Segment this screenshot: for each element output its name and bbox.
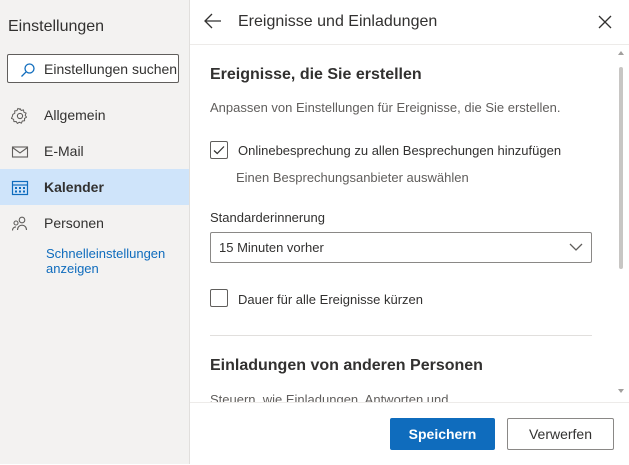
shorten-events-label[interactable]: Dauer für alle Ereignisse kürzen: [238, 292, 423, 307]
sidebar-item-label: Allgemein: [44, 107, 106, 123]
scroll-down-icon[interactable]: [618, 389, 624, 393]
sidebar-item-label: E-Mail: [44, 143, 84, 159]
shorten-events-checkbox[interactable]: [210, 289, 228, 307]
panel-content: Ereignisse, die Sie erstellen Anpassen v…: [190, 45, 616, 402]
default-reminder-dropdown[interactable]: 15 Minuten vorher: [210, 232, 592, 263]
default-reminder-label: Standarderinnerung: [210, 210, 325, 225]
close-icon[interactable]: [598, 15, 612, 29]
panel-footer: Speichern Verwerfen: [190, 402, 629, 465]
section-title-invitations: Einladungen von anderen Personen: [210, 357, 483, 374]
scrollbar-thumb[interactable]: [619, 67, 623, 269]
sidebar-item-email[interactable]: E-Mail: [0, 133, 189, 169]
sidebar-item-calendar[interactable]: Kalender: [0, 169, 189, 205]
sidebar-item-general[interactable]: Allgemein: [0, 97, 189, 133]
section-divider: [210, 335, 592, 336]
quick-settings-link[interactable]: Schnelleinstellungen anzeigen: [46, 246, 186, 276]
search-icon: [21, 63, 35, 77]
checkmark-icon: [213, 146, 225, 155]
sidebar-item-label: Kalender: [44, 179, 104, 195]
chevron-down-icon: [569, 243, 583, 251]
sidebar-item-people[interactable]: Personen: [0, 205, 189, 241]
dropdown-value: 15 Minuten vorher: [219, 240, 324, 255]
section-description: Anpassen von Einstellungen für Ereigniss…: [210, 100, 561, 115]
settings-sidebar: Einstellungen Einstellungen suchen Allge…: [0, 0, 190, 464]
gear-icon: [11, 107, 27, 124]
back-arrow-icon[interactable]: [204, 13, 222, 29]
save-button[interactable]: Speichern: [390, 418, 495, 450]
sidebar-title: Einstellungen: [8, 18, 105, 35]
online-meeting-checkbox[interactable]: [210, 141, 228, 159]
sidebar-item-label: Personen: [44, 215, 104, 231]
section-title-created-events: Ereignisse, die Sie erstellen: [210, 66, 422, 83]
settings-panel: Ereignisse und Einladungen Ereignisse, d…: [190, 0, 629, 465]
panel-header: Ereignisse und Einladungen: [190, 0, 629, 45]
mail-icon: [11, 146, 29, 158]
search-input[interactable]: Einstellungen suchen: [44, 61, 177, 77]
panel-title: Ereignisse und Einladungen: [238, 13, 438, 30]
section-description: Steuern, wie Einladungen, Antworten und: [210, 392, 449, 402]
scroll-up-icon[interactable]: [618, 51, 624, 55]
vertical-scrollbar[interactable]: [617, 45, 629, 402]
discard-button[interactable]: Verwerfen: [507, 418, 614, 450]
meeting-provider-link[interactable]: Einen Besprechungsanbieter auswählen: [236, 170, 469, 185]
calendar-icon: [11, 180, 29, 196]
online-meeting-label[interactable]: Onlinebesprechung zu allen Besprechungen…: [238, 143, 561, 158]
settings-search-box[interactable]: Einstellungen suchen: [7, 54, 179, 83]
people-icon: [11, 216, 28, 231]
